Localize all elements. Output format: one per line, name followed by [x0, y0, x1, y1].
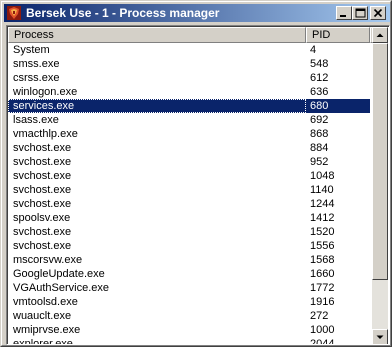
- table-row[interactable]: svchost.exe 1048: [8, 169, 370, 183]
- process-name-cell: lsass.exe: [13, 114, 59, 126]
- pid-cell: 1412: [310, 212, 335, 224]
- process-name-cell: wmiprvse.exe: [13, 324, 81, 336]
- vertical-scrollbar[interactable]: [372, 27, 388, 344]
- table-row[interactable]: mscorsvw.exe 1568: [8, 253, 370, 267]
- window-frame: Bersek Use - 1 - Process manager Process…: [1, 1, 391, 346]
- process-name-cell: winlogon.exe: [13, 86, 78, 98]
- pid-cell: 884: [310, 142, 329, 154]
- maximize-icon: [355, 8, 366, 18]
- table-row[interactable]: spoolsv.exe 1412: [8, 211, 370, 225]
- process-name-cell: svchost.exe: [13, 226, 72, 238]
- pid-cell: 272: [310, 310, 329, 322]
- column-header-process[interactable]: Process: [8, 27, 306, 43]
- table-row[interactable]: explorer.exe 2044: [8, 337, 370, 345]
- title-bar[interactable]: Bersek Use - 1 - Process manager: [4, 4, 390, 22]
- table-row[interactable]: svchost.exe 1520: [8, 225, 370, 239]
- process-name-cell: spoolsv.exe: [13, 212, 71, 224]
- minimize-icon: [340, 15, 346, 17]
- pid-cell: 952: [310, 156, 329, 168]
- pid-cell: 1048: [310, 170, 335, 182]
- pid-cell: 612: [310, 72, 329, 84]
- process-name-cell: GoogleUpdate.exe: [13, 268, 105, 280]
- table-row[interactable]: winlogon.exe 636: [8, 85, 370, 99]
- window-title: Bersek Use - 1 - Process manager: [26, 6, 220, 20]
- table-row[interactable]: svchost.exe 1556: [8, 239, 370, 253]
- arrow-down-icon: [376, 335, 384, 339]
- scroll-down-button[interactable]: [372, 329, 388, 344]
- pid-cell: 1772: [310, 282, 335, 294]
- table-row[interactable]: wmiprvse.exe 1000: [8, 323, 370, 337]
- process-rows: System 4 smss.exe 548 csrss.exe 612 winlogon.e…: [8, 43, 370, 345]
- pid-cell: 548: [310, 58, 329, 70]
- table-row[interactable]: svchost.exe 884: [8, 141, 370, 155]
- column-header-pid[interactable]: PID: [306, 27, 370, 43]
- maximize-button[interactable]: [352, 6, 368, 20]
- process-name-cell: csrss.exe: [13, 72, 60, 84]
- close-icon: [373, 8, 383, 18]
- process-name-cell: wuauclt.exe: [13, 310, 72, 322]
- pid-cell: 4: [310, 44, 317, 56]
- pid-cell: 1140: [310, 184, 334, 196]
- table-row[interactable]: GoogleUpdate.exe 1660: [8, 267, 370, 281]
- pid-cell: 868: [310, 128, 329, 140]
- table-row[interactable]: csrss.exe 612: [8, 71, 370, 85]
- table-row[interactable]: svchost.exe 1244: [8, 197, 370, 211]
- table-row[interactable]: VGAuthService.exe 1772: [8, 281, 370, 295]
- pid-cell: 1556: [310, 240, 335, 252]
- pid-cell: 1568: [310, 254, 335, 266]
- process-name-cell: svchost.exe: [13, 184, 72, 196]
- table-row[interactable]: System 4: [8, 43, 370, 57]
- process-name-cell: svchost.exe: [13, 156, 72, 168]
- pid-cell: 680: [310, 100, 329, 112]
- process-name-cell: vmtoolsd.exe: [13, 296, 78, 308]
- pid-cell: 1660: [310, 268, 335, 280]
- table-row[interactable]: svchost.exe 1140: [8, 183, 370, 197]
- table-row[interactable]: svchost.exe 952: [8, 155, 370, 169]
- process-name-cell: svchost.exe: [13, 142, 72, 154]
- pid-cell: 1520: [310, 226, 335, 238]
- table-row[interactable]: wuauclt.exe 272: [8, 309, 370, 323]
- table-row[interactable]: smss.exe 548: [8, 57, 370, 71]
- process-name-cell: smss.exe: [13, 58, 60, 70]
- table-row[interactable]: vmtoolsd.exe 1916: [8, 295, 370, 309]
- process-manager-window: Bersek Use - 1 - Process manager Process…: [0, 0, 392, 347]
- minimize-button[interactable]: [336, 6, 352, 20]
- scroll-thumb[interactable]: [372, 43, 388, 280]
- table-row[interactable]: lsass.exe 692: [8, 113, 370, 127]
- pid-cell: 636: [310, 86, 329, 98]
- process-list[interactable]: Process PID System 4 smss.exe 548 csrss.exe 6…: [6, 25, 390, 345]
- pid-cell: 2044: [310, 338, 335, 345]
- table-row[interactable]: services.exe 680: [8, 99, 370, 113]
- process-name-cell: svchost.exe: [13, 240, 72, 252]
- close-button[interactable]: [370, 6, 386, 20]
- table-row[interactable]: vmacthlp.exe 868: [8, 127, 370, 141]
- process-name-cell: System: [13, 44, 50, 56]
- pid-cell: 1916: [310, 296, 335, 308]
- process-name-cell: svchost.exe: [13, 198, 72, 210]
- arrow-up-icon: [376, 33, 384, 37]
- process-name-cell: explorer.exe: [13, 338, 73, 345]
- process-name-cell: vmacthlp.exe: [13, 128, 78, 140]
- scroll-up-button[interactable]: [372, 27, 388, 43]
- process-list-frame: Process PID System 4 smss.exe 548 csrss.exe 6…: [7, 26, 389, 344]
- process-name-cell: mscorsvw.exe: [13, 254, 83, 266]
- pid-cell: 1000: [310, 324, 335, 336]
- process-name-cell: services.exe: [13, 100, 75, 112]
- red-app-icon: [6, 5, 22, 21]
- list-header: Process PID: [8, 27, 377, 43]
- process-name-cell: VGAuthService.exe: [13, 282, 109, 294]
- pid-cell: 692: [310, 114, 329, 126]
- pid-cell: 1244: [310, 198, 335, 210]
- process-name-cell: svchost.exe: [13, 170, 72, 182]
